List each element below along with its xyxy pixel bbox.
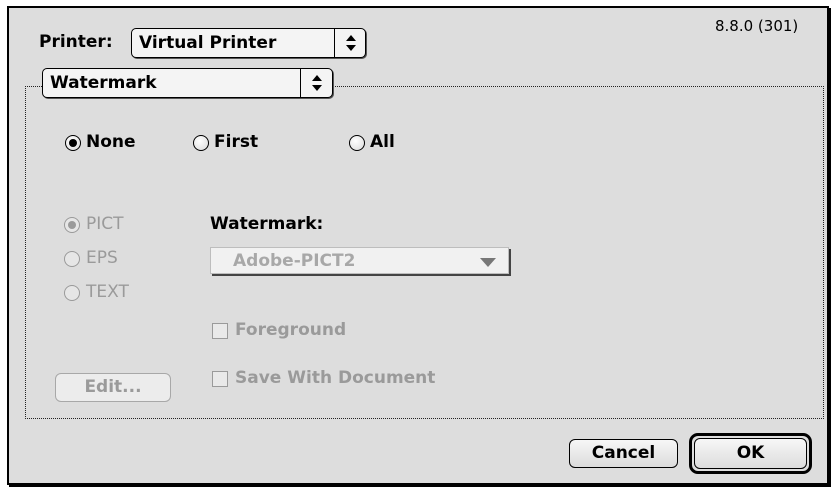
up-down-arrows-icon bbox=[312, 75, 322, 91]
foreground-label: Foreground bbox=[235, 320, 347, 340]
watermark-popup-value: Adobe-PICT2 bbox=[233, 251, 356, 271]
save-with-document-label: Save With Document bbox=[235, 368, 436, 388]
radio-all[interactable] bbox=[349, 135, 365, 151]
radio-format-pict[interactable] bbox=[64, 217, 80, 233]
save-with-document-checkbox[interactable] bbox=[212, 371, 228, 387]
radio-all-label: All bbox=[370, 132, 395, 152]
radio-format-text-label: TEXT bbox=[86, 282, 129, 302]
radio-format-eps[interactable] bbox=[64, 251, 80, 267]
radio-format-text[interactable] bbox=[64, 285, 80, 301]
triangle-down-icon bbox=[480, 258, 496, 267]
ok-button[interactable]: OK bbox=[694, 438, 807, 469]
cancel-button[interactable]: Cancel bbox=[569, 439, 678, 468]
up-down-arrows-icon bbox=[346, 35, 356, 51]
radio-first-label: First bbox=[214, 132, 259, 152]
printer-popup-value: Virtual Printer bbox=[139, 33, 277, 53]
panel-popup[interactable]: Watermark bbox=[42, 68, 333, 98]
radio-none-label: None bbox=[86, 132, 136, 152]
printer-popup[interactable]: Virtual Printer bbox=[131, 28, 366, 58]
radio-first[interactable] bbox=[193, 135, 209, 151]
print-dialog: 8.8.0 (301) Printer: Virtual Printer Wat… bbox=[7, 6, 829, 485]
edit-button[interactable]: Edit... bbox=[55, 373, 171, 402]
version-label: 8.8.0 (301) bbox=[715, 17, 799, 35]
radio-format-pict-label: PICT bbox=[86, 214, 124, 234]
watermark-popup[interactable]: Adobe-PICT2 bbox=[210, 247, 509, 274]
watermark-label: Watermark: bbox=[210, 214, 324, 234]
printer-popup-separator bbox=[334, 29, 335, 57]
printer-label: Printer: bbox=[39, 32, 113, 52]
panel-popup-value: Watermark bbox=[50, 73, 157, 93]
foreground-checkbox[interactable] bbox=[212, 323, 228, 339]
radio-none[interactable] bbox=[65, 135, 81, 151]
panel-popup-separator bbox=[300, 69, 301, 97]
radio-format-eps-label: EPS bbox=[86, 248, 118, 268]
